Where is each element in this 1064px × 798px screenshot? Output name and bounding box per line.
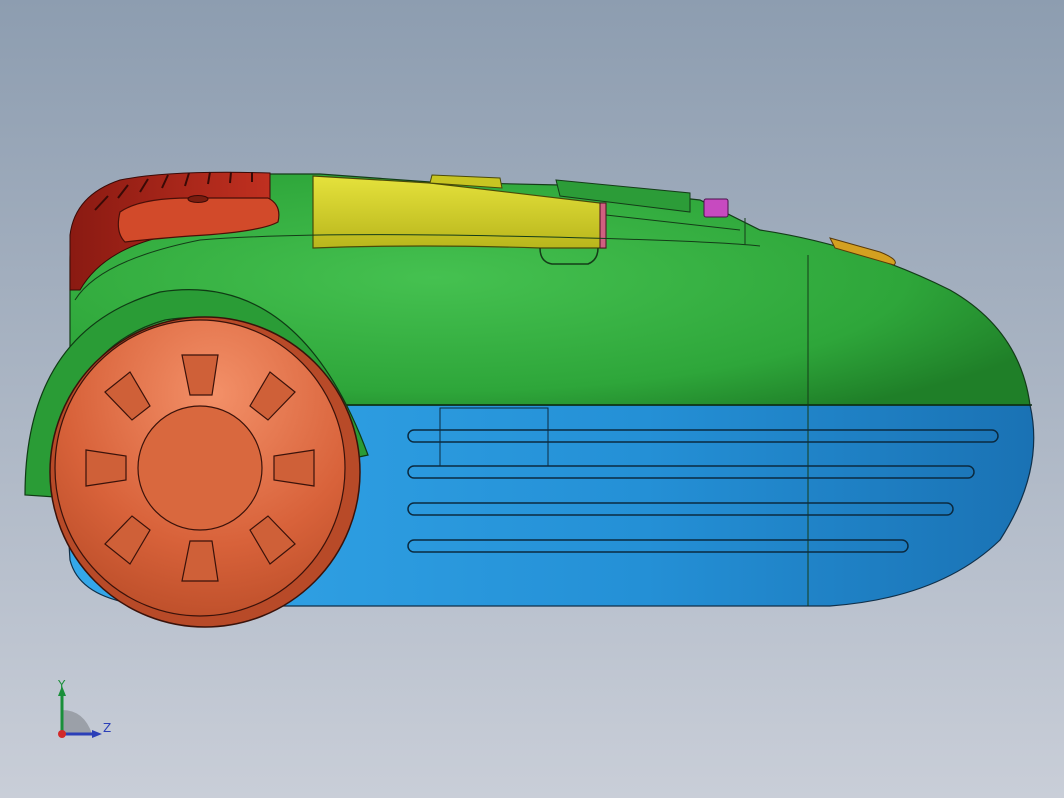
cover-strip (599, 202, 607, 249)
z-axis-label: Z (103, 721, 112, 735)
power-button (703, 198, 729, 218)
cad-model[interactable] (0, 0, 1064, 798)
origin-dot (58, 730, 66, 738)
axis-triad (58, 686, 102, 738)
z-axis-arrow (92, 730, 102, 738)
cad-viewport[interactable]: Y Z (0, 0, 1064, 798)
triad-plane (62, 710, 92, 734)
wheel-hub (137, 405, 263, 531)
handle-screw (187, 195, 209, 203)
y-axis-label: Y (58, 678, 66, 692)
